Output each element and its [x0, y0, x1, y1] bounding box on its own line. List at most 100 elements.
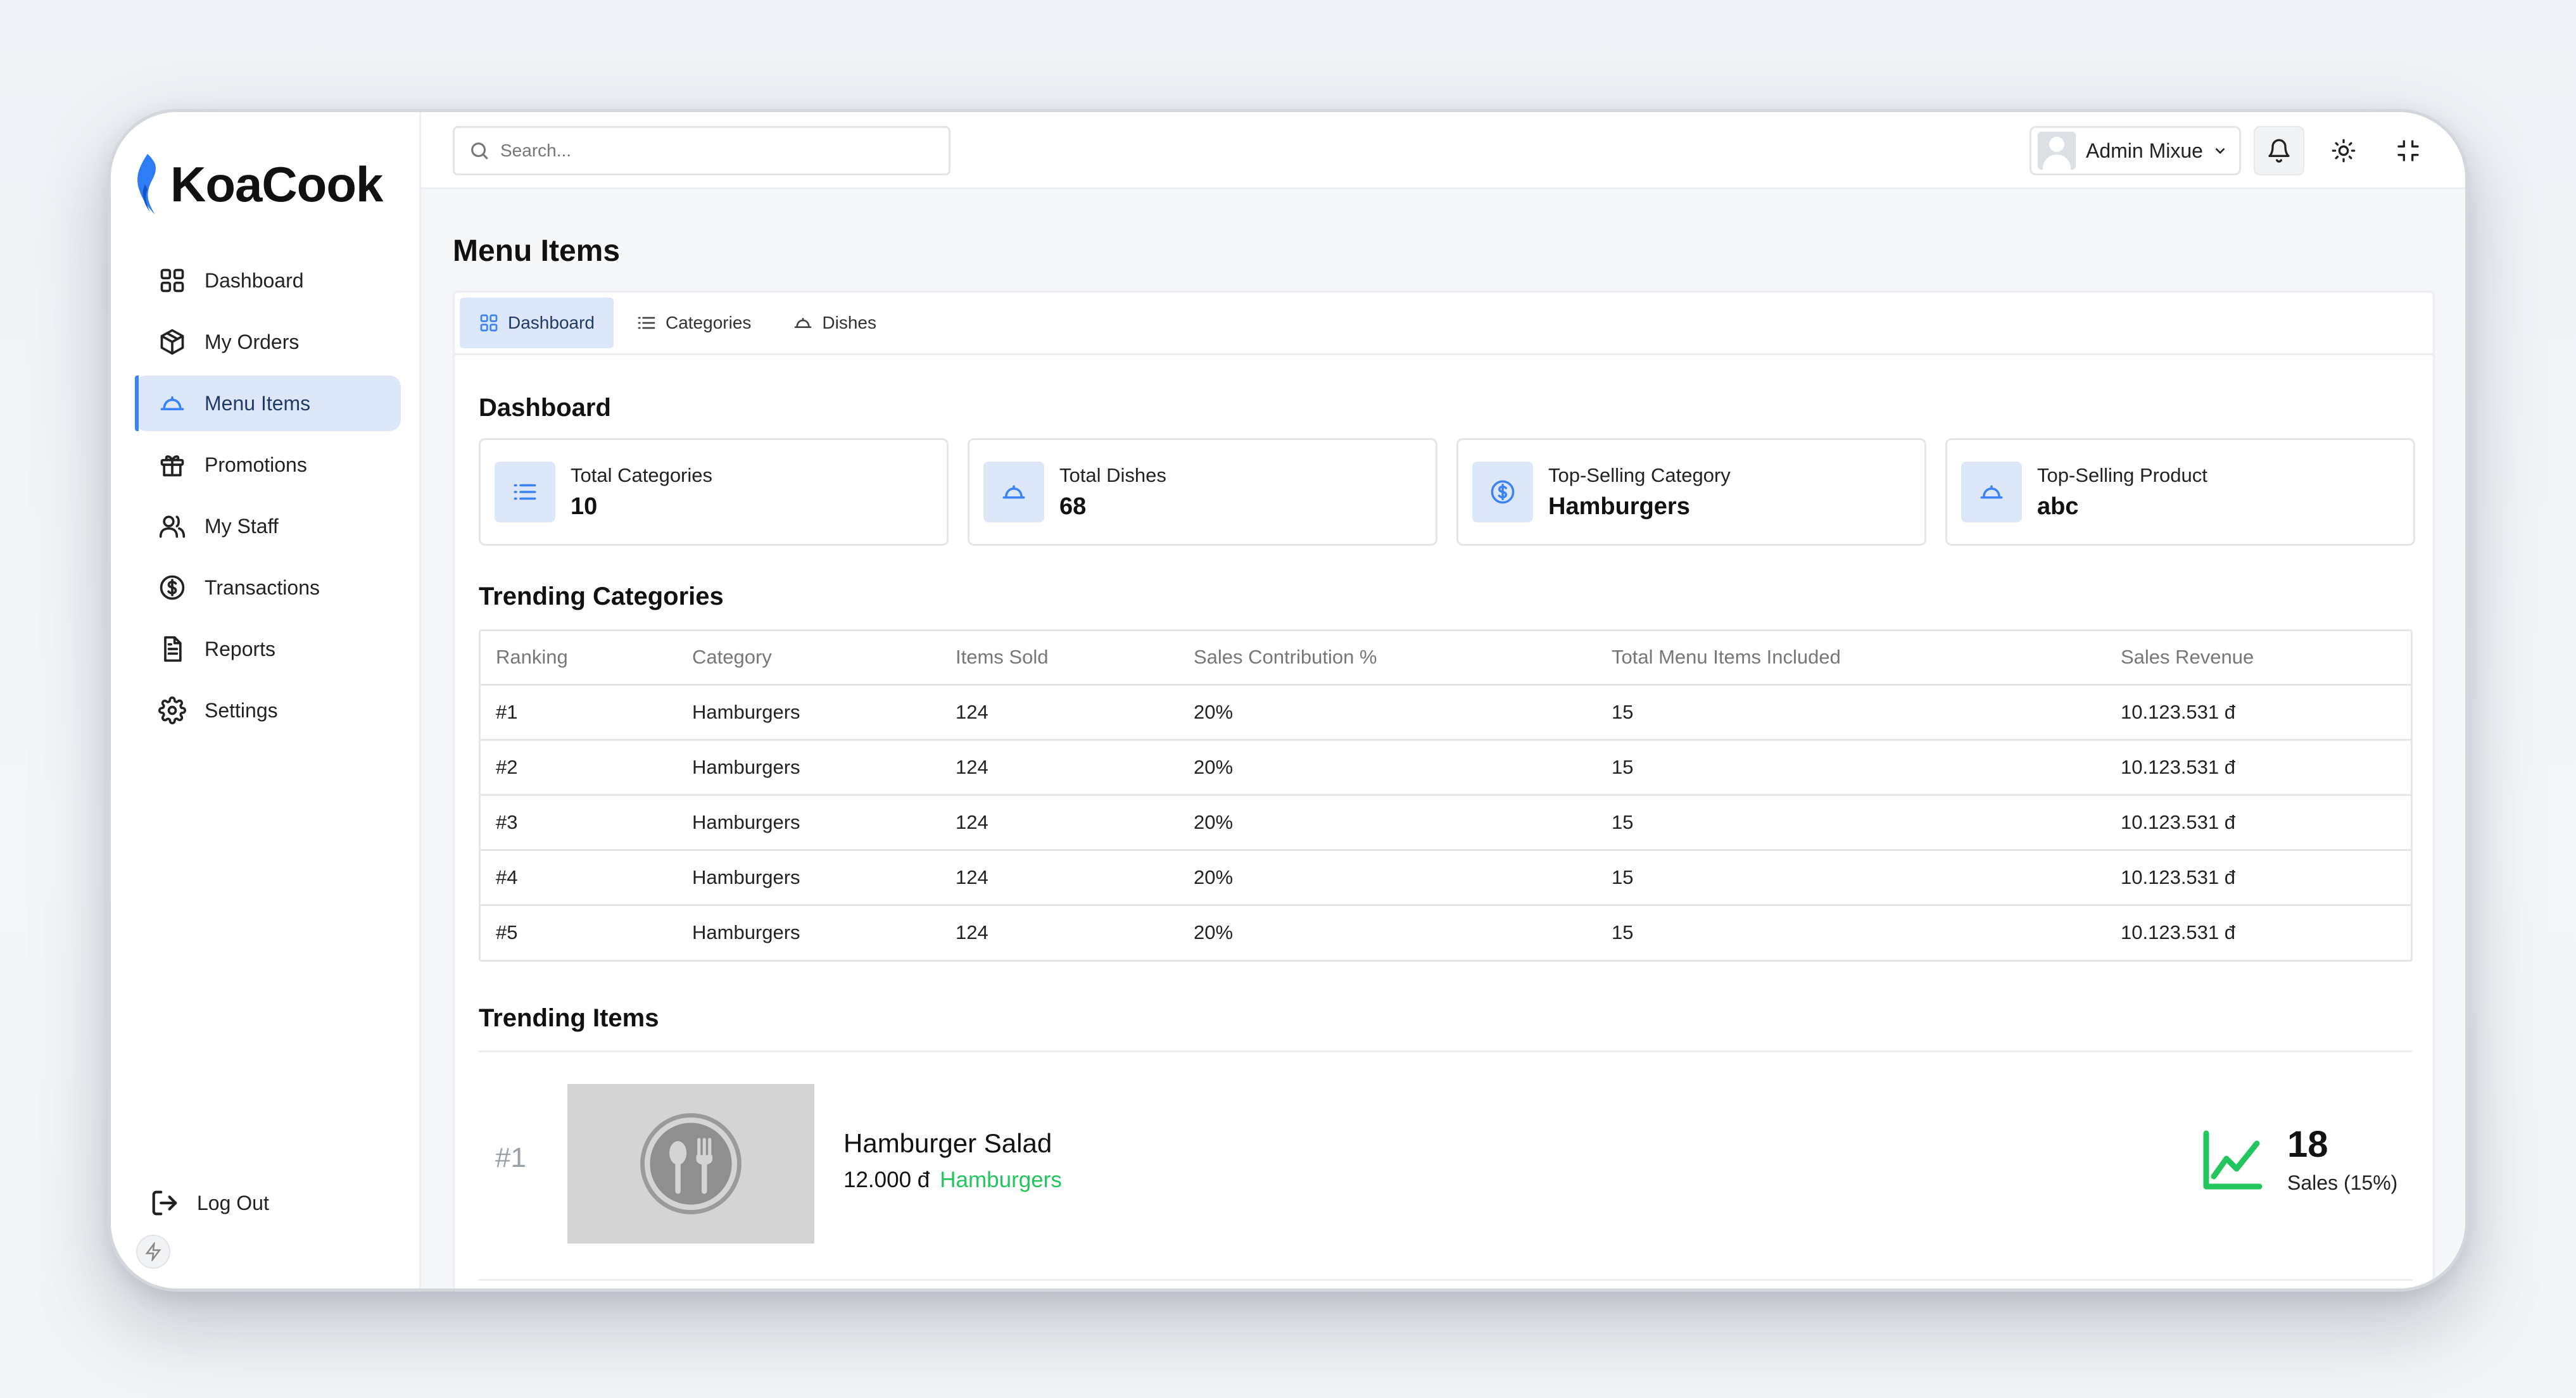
column-header[interactable]: Category: [677, 631, 940, 686]
stat-label: Top-Selling Product: [2037, 463, 2207, 486]
table-cell: #3: [481, 795, 677, 851]
grid-icon: [480, 314, 498, 332]
table-cell: 124: [940, 850, 1178, 906]
dollar-circle-icon: [158, 573, 187, 602]
tab-dashboard[interactable]: Dashboard: [460, 298, 614, 348]
table-cell: 10.123.531 đ: [2121, 921, 2236, 944]
trending-categories-table: Ranking Category Items Sold Sales Contri…: [479, 629, 2413, 962]
table-cell: 124: [956, 921, 988, 944]
table-cell: 124: [940, 795, 1178, 851]
sidebar-item-dashboard[interactable]: Dashboard: [135, 253, 401, 308]
table-row[interactable]: #5 Hamburgers 124 20% 15 10.123.531 đ: [481, 905, 2411, 960]
avatar: [2038, 132, 2076, 170]
trending-item-name: Hamburger Salad: [843, 1128, 1052, 1158]
trending-item-rank: #1: [495, 1142, 526, 1173]
table-cell: Hamburgers: [677, 684, 940, 741]
table-cell: 15: [1596, 684, 2106, 741]
column-header[interactable]: Items Sold: [940, 631, 1178, 686]
main-area: Admin Mixue Menu Items Dashboard: [421, 112, 2465, 1288]
tab-categories[interactable]: Categories: [617, 298, 770, 348]
app-window: KoaCook Dashboard My Orders Menu Items P…: [108, 109, 2468, 1292]
trending-items-bottom-divider: [479, 1279, 2413, 1281]
search-input[interactable]: [500, 141, 931, 161]
bolt-icon: [145, 1242, 161, 1261]
table-cell: 10.123.531 đ: [2106, 850, 2411, 906]
column-header[interactable]: Sales Revenue: [2106, 631, 2411, 686]
trending-items-title: Trending Items: [479, 1004, 659, 1032]
stat-card-top-selling-product[interactable]: Top-Selling Product abc: [1945, 438, 2415, 546]
search-box[interactable]: [453, 126, 950, 175]
trending-item-category[interactable]: Hamburgers: [940, 1168, 1062, 1193]
table-header-row: Ranking Category Items Sold Sales Contri…: [481, 631, 2411, 686]
sidebar-item-label: Settings: [205, 698, 278, 722]
box-icon: [158, 327, 187, 356]
gear-icon: [158, 696, 187, 725]
theme-toggle-button[interactable]: [2318, 126, 2369, 175]
document-icon: [158, 634, 187, 664]
trending-item-meta: 12.000 đ Hamburgers: [843, 1168, 1062, 1193]
sidebar-item-my-staff[interactable]: My Staff: [135, 498, 401, 554]
column-header[interactable]: Sales Contribution %: [1178, 631, 1596, 686]
cloche-icon: [1961, 462, 2022, 522]
sidebar-item-promotions[interactable]: Promotions: [135, 437, 401, 493]
list-icon: [495, 462, 555, 522]
table-cell: 10.123.531 đ: [2106, 684, 2411, 741]
table-cell: 20%: [1178, 795, 1596, 851]
stat-cards: Total Categories 10 Total Dishes 68 Top-…: [479, 438, 2415, 546]
trending-items-divider: [479, 1050, 2413, 1052]
sidebar-item-settings[interactable]: Settings: [135, 683, 401, 738]
table-row[interactable]: #4 Hamburgers 124 20% 15 10.123.531 đ: [481, 850, 2411, 906]
tab-bar: Dashboard Categories Dishes: [460, 298, 899, 348]
table-cell: 15: [1596, 850, 2106, 906]
dish-image-placeholder: [567, 1084, 814, 1244]
logout-button[interactable]: Log Out: [150, 1188, 269, 1218]
search-icon: [471, 142, 488, 160]
table-cell: 20%: [1178, 740, 1596, 796]
tab-label: Categories: [665, 313, 752, 332]
tab-dishes[interactable]: Dishes: [774, 298, 895, 348]
table-cell: #5: [496, 921, 518, 944]
table-row[interactable]: #1 Hamburgers 124 20% 15 10.123.531 đ: [481, 684, 2411, 741]
trending-item-sales: 18: [2287, 1124, 2328, 1165]
chevron-down-icon: [2215, 148, 2225, 154]
dollar-circle-icon: [1472, 462, 1533, 522]
table-cell: Hamburgers: [677, 795, 940, 851]
column-header[interactable]: Total Menu Items Included: [1596, 631, 2106, 686]
table-cell: 124: [940, 740, 1178, 796]
table-row[interactable]: #3 Hamburgers 124 20% 15 10.123.531 đ: [481, 795, 2411, 851]
sidebar-item-menu-items[interactable]: Menu Items: [135, 375, 401, 431]
stat-card-total-dishes[interactable]: Total Dishes 68: [968, 438, 1437, 546]
exit-fullscreen-button[interactable]: [2383, 126, 2434, 175]
tab-label: Dashboard: [508, 313, 595, 332]
table-row[interactable]: #2 Hamburgers 124 20% 15 10.123.531 đ: [481, 740, 2411, 796]
notifications-button[interactable]: [2254, 126, 2304, 175]
stat-label: Total Dishes: [1059, 463, 1166, 486]
stat-card-top-selling-category[interactable]: Top-Selling Category Hamburgers: [1456, 438, 1926, 546]
sidebar-item-my-orders[interactable]: My Orders: [135, 314, 401, 370]
column-header[interactable]: Ranking: [481, 631, 677, 686]
topbar: Admin Mixue: [421, 112, 2465, 189]
cloche-icon: [158, 389, 187, 418]
trending-item[interactable]: #1 Hamburger Salad 12.000 đ Hamburgers 1…: [479, 1078, 2413, 1244]
brand-name: KoaCook: [170, 156, 383, 212]
sidebar-item-reports[interactable]: Reports: [135, 621, 401, 677]
dashboard-section-title: Dashboard: [479, 394, 611, 422]
sidebar-item-label: Transactions: [205, 576, 320, 599]
trending-categories-title: Trending Categories: [479, 582, 724, 610]
table-cell: 20%: [1178, 684, 1596, 741]
gift-icon: [158, 450, 187, 479]
trend-chart-icon: [2201, 1128, 2264, 1192]
quick-action-button[interactable]: [136, 1235, 170, 1269]
table-cell: 15: [1596, 740, 2106, 796]
bell-icon: [2268, 139, 2290, 163]
table-cell: Hamburgers: [692, 921, 800, 944]
stat-card-total-categories[interactable]: Total Categories 10: [479, 438, 949, 546]
sidebar-item-label: Reports: [205, 637, 276, 660]
sidebar-item-transactions[interactable]: Transactions: [135, 560, 401, 615]
grid-icon: [158, 266, 187, 295]
logo[interactable]: KoaCook: [130, 151, 383, 217]
user-menu-button[interactable]: Admin Mixue: [2030, 126, 2241, 175]
sidebar-item-label: Promotions: [205, 453, 307, 476]
table-cell: 20%: [1178, 850, 1596, 906]
stat-label: Total Categories: [571, 463, 713, 486]
